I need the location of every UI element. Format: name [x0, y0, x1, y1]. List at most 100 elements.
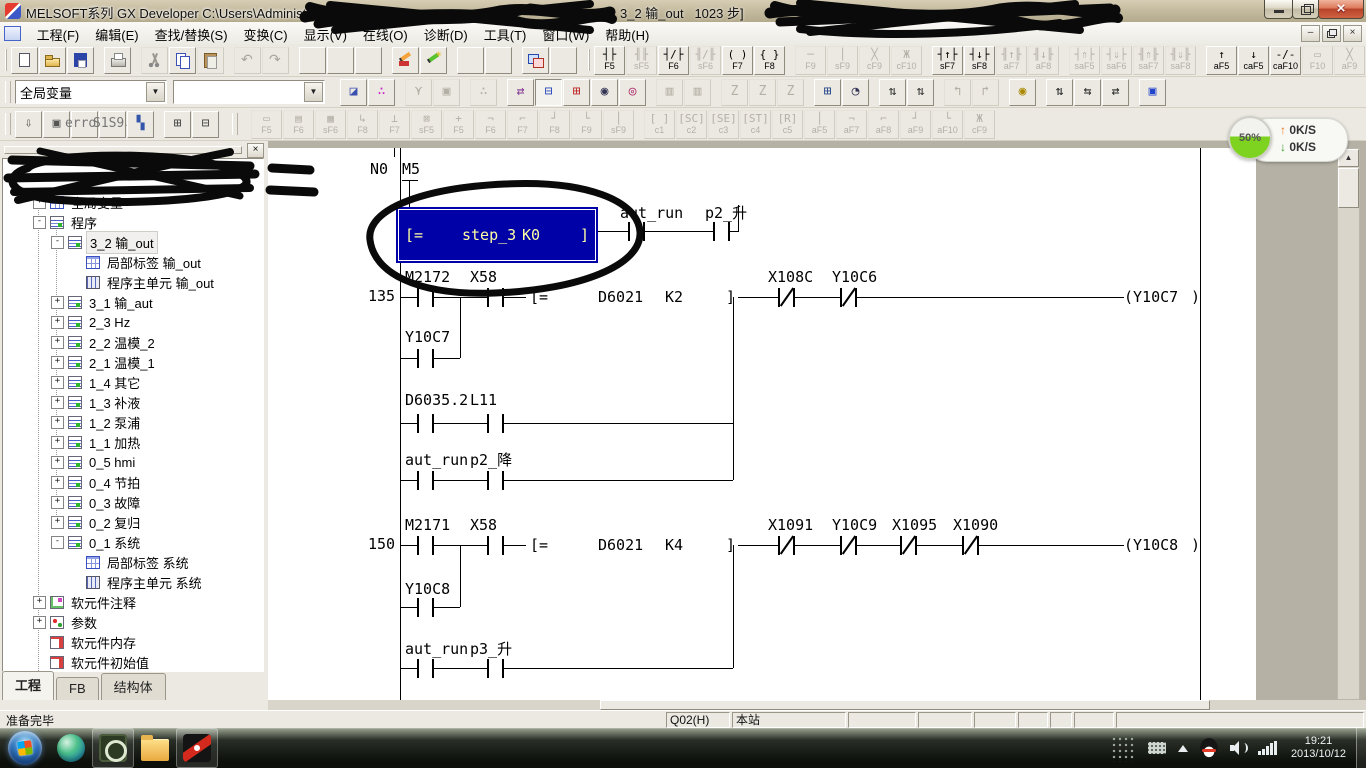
- sfc-symbol-button[interactable]: [ ] c1: [644, 110, 675, 139]
- toolbar-button[interactable]: [169, 47, 196, 74]
- toolbar-button[interactable]: [392, 47, 419, 74]
- tree-expand-toggle[interactable]: +: [51, 376, 64, 389]
- toolbar-button[interactable]: [11, 47, 38, 74]
- sfc-symbol-button[interactable]: ↳ F8: [347, 110, 378, 139]
- ladder-symbol-button[interactable]: ╳ aF9: [1334, 46, 1365, 75]
- ladder-symbol-button[interactable]: ╢↑╟ aF7: [996, 46, 1027, 75]
- tree-expand-toggle[interactable]: +: [33, 196, 46, 209]
- tree-expand-toggle[interactable]: -: [51, 536, 64, 549]
- scrollbar-thumb[interactable]: [1338, 168, 1359, 208]
- chevron-down-icon[interactable]: ▼: [146, 82, 165, 102]
- toolbar-button[interactable]: [550, 47, 577, 74]
- tree-expand-toggle[interactable]: +: [51, 436, 64, 449]
- tree-item[interactable]: 软元件初始值: [3, 652, 263, 672]
- toolbar-button[interactable]: [141, 47, 168, 74]
- toolbar-button[interactable]: ◉: [1009, 79, 1036, 106]
- menu-item[interactable]: 窗口(W): [534, 22, 597, 44]
- ladder-symbol-button[interactable]: ╳ cF9: [859, 46, 890, 75]
- sfc-symbol-button[interactable]: ▭ F5: [251, 110, 282, 139]
- toolbar-button[interactable]: [485, 47, 512, 74]
- ladder-symbol-button[interactable]: ↑ aF5: [1206, 46, 1237, 75]
- tree-expand-toggle[interactable]: +: [51, 396, 64, 409]
- toolbar-button[interactable]: ∴: [470, 79, 497, 106]
- ladder-symbol-button[interactable]: ┤⇑├ saF5: [1069, 46, 1100, 75]
- tree-expand-toggle[interactable]: +: [51, 476, 64, 489]
- child-restore-button[interactable]: [1322, 25, 1341, 42]
- ladder-symbol-button[interactable]: ─ F9: [795, 46, 826, 75]
- sfc-symbol-button[interactable]: ⌐ F7: [507, 110, 538, 139]
- show-desktop-button[interactable]: [1356, 728, 1366, 768]
- toolbar-button[interactable]: ⇅: [907, 79, 934, 106]
- sfc-symbol-button[interactable]: ⌐ aF8: [868, 110, 899, 139]
- toolbar-button[interactable]: ⇅: [879, 79, 906, 106]
- tree-expand-toggle[interactable]: +: [33, 596, 46, 609]
- tree-expand-toggle[interactable]: +: [33, 616, 46, 629]
- variable-name-combobox[interactable]: ▼: [173, 80, 325, 104]
- toolbar-button[interactable]: ⇄: [507, 79, 534, 106]
- ladder-symbol-button[interactable]: ┤/├ F6: [658, 46, 689, 75]
- tree-item[interactable]: 局部标签 输_out: [3, 252, 263, 272]
- keyboard-icon[interactable]: [1148, 742, 1166, 754]
- tree-item[interactable]: + 0_4 节拍: [3, 472, 263, 492]
- menu-item[interactable]: 显示(V): [296, 22, 355, 44]
- tree-expand-toggle[interactable]: +: [51, 356, 64, 369]
- taskbar-app-button[interactable]: [92, 728, 134, 768]
- tree-expand-toggle[interactable]: +: [51, 336, 64, 349]
- menu-item[interactable]: 工具(T): [476, 22, 535, 44]
- toolbar-button[interactable]: [299, 47, 326, 74]
- tree-expand-toggle[interactable]: +: [51, 296, 64, 309]
- tree-item[interactable]: - 0_1 系统: [3, 532, 263, 552]
- maximize-button[interactable]: [1292, 0, 1319, 19]
- chevron-up-icon[interactable]: [1178, 745, 1188, 752]
- tree-item[interactable]: + 0_3 故障: [3, 492, 263, 512]
- tree-item[interactable]: + 1_2 泵浦: [3, 412, 263, 432]
- tree-item[interactable]: 软元件内存: [3, 632, 263, 652]
- panel-tab[interactable]: 工程: [2, 671, 54, 700]
- tree-item[interactable]: + 软元件注释: [3, 592, 263, 612]
- sfc-symbol-button[interactable]: ¬ aF7: [836, 110, 867, 139]
- tree-item[interactable]: + 2_3 Hz: [3, 312, 263, 332]
- toolbar-button[interactable]: ⊞: [164, 111, 191, 138]
- toolbar-button[interactable]: ▚: [127, 111, 154, 138]
- minimize-button[interactable]: [1264, 0, 1293, 19]
- toolbar-grip[interactable]: [5, 49, 7, 71]
- sfc-symbol-button[interactable]: │ aF5: [804, 110, 835, 139]
- sfc-symbol-button[interactable]: [SC] c2: [676, 110, 707, 139]
- ladder-symbol-button[interactable]: -∕- caF10: [1270, 46, 1301, 75]
- toolbar-button[interactable]: ⊟: [192, 111, 219, 138]
- toolbar-button[interactable]: Z: [749, 79, 776, 106]
- toolbar-button[interactable]: [522, 47, 549, 74]
- tree-item[interactable]: + 0_5 hmi: [3, 452, 263, 472]
- ladder-symbol-button[interactable]: ( ) F7: [722, 46, 753, 75]
- menu-item[interactable]: 工程(F): [29, 22, 88, 44]
- sfc-symbol-button[interactable]: │ sF9: [603, 110, 634, 139]
- scrollbar-thumb[interactable]: [600, 700, 1210, 710]
- sfc-symbol-button[interactable]: [R] c5: [772, 110, 803, 139]
- ladder-symbol-button[interactable]: ╢╟ sF5: [626, 46, 657, 75]
- toolbar-button[interactable]: ⇩: [15, 111, 42, 138]
- toolbar-button[interactable]: [262, 47, 289, 74]
- tree-item[interactable]: 程序主单元 输_out: [3, 272, 263, 292]
- toolbar-grip[interactable]: [5, 113, 11, 135]
- tree-item[interactable]: + 参数: [3, 612, 263, 632]
- panel-close-icon[interactable]: ×: [247, 143, 264, 158]
- taskbar-app-button[interactable]: [134, 728, 176, 768]
- toolbar-button[interactable]: S1S9↓: [99, 111, 126, 138]
- ladder-symbol-button[interactable]: ╢⇓╟ saF8: [1165, 46, 1196, 75]
- sfc-symbol-button[interactable]: └ aF10: [932, 110, 963, 139]
- toolbar-grip[interactable]: [232, 113, 238, 135]
- qq-messenger-icon[interactable]: [1200, 738, 1218, 759]
- ladder-symbol-button[interactable]: │ sF9: [827, 46, 858, 75]
- taskbar-app-button[interactable]: [176, 728, 218, 768]
- variable-scope-combobox[interactable]: 全局变量 ▼: [15, 80, 167, 104]
- toolbar-button[interactable]: [104, 47, 131, 74]
- toolbar-button[interactable]: [39, 47, 66, 74]
- sfc-symbol-button[interactable]: └ F9: [571, 110, 602, 139]
- tree-item[interactable]: + 3_1 输_aut: [3, 292, 263, 312]
- toolbar-button[interactable]: ▥: [684, 79, 711, 106]
- sfc-symbol-button[interactable]: + F5: [443, 110, 474, 139]
- toolbar-button[interactable]: ◔: [842, 79, 869, 106]
- sfc-symbol-button[interactable]: ▦ sF6: [315, 110, 346, 139]
- taskbar-app-button[interactable]: [50, 728, 92, 768]
- toolbar-button[interactable]: [355, 47, 382, 74]
